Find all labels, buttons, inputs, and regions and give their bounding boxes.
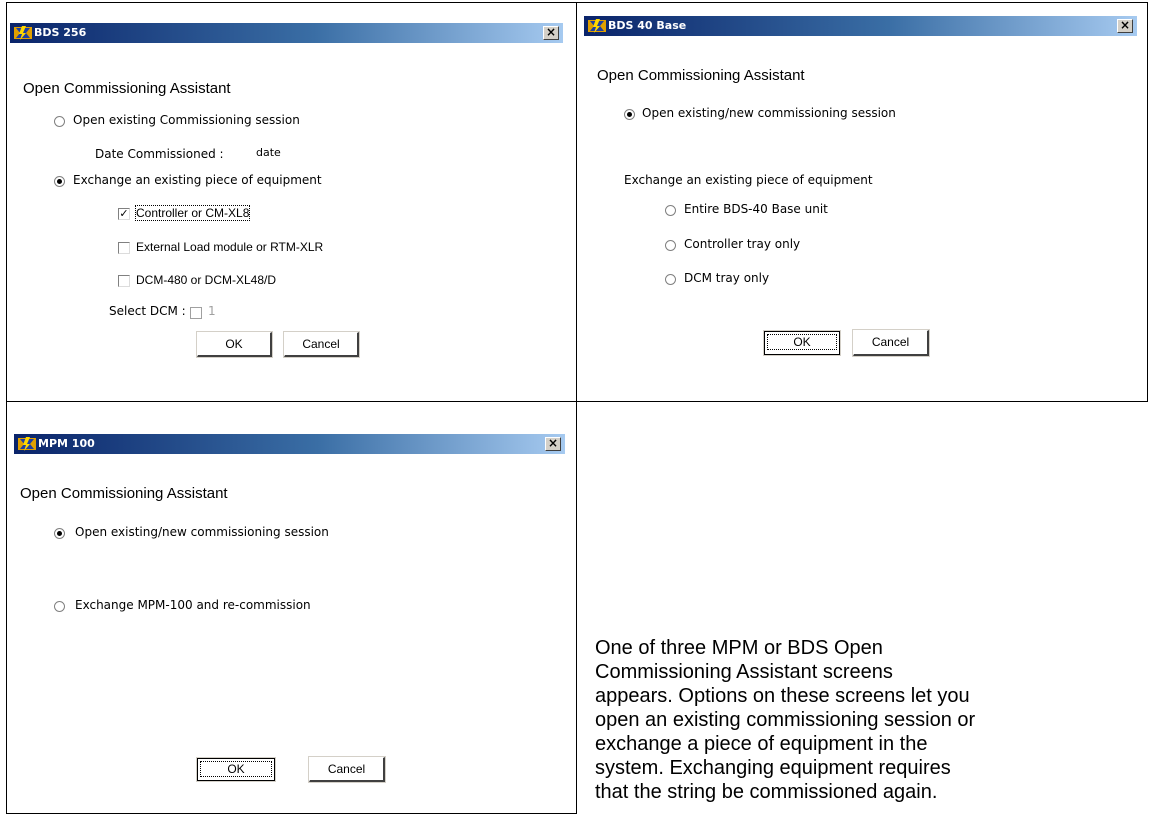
window-title: BDS 40 Base [608,19,687,32]
date-commissioned-label: Date Commissioned : [95,147,224,161]
radio-open-session[interactable] [54,528,65,539]
description-line: exchange a piece of equipment in the [595,733,928,755]
close-icon[interactable]: × [543,26,559,40]
description-text: One of three MPM or BDS Open Commissioni… [595,636,1115,804]
checkbox-select-dcm[interactable] [190,307,202,319]
lightning-ribbon-icon [18,437,36,451]
cancel-button-label: Cancel [327,762,366,776]
description-line: One of three MPM or BDS Open [595,637,883,659]
description-line: open an existing commissioning session o… [595,709,976,731]
checkbox-controller[interactable]: ✓ [118,208,130,220]
date-commissioned-value: date [256,146,281,159]
radio-exchange-mpm[interactable] [54,601,65,612]
radio-entire-unit[interactable] [665,205,676,216]
ok-button-label: OK [767,334,837,350]
radio-controller-tray-label: Controller tray only [684,237,801,251]
window-title: MPM 100 [38,437,95,450]
radio-dcm-tray-label: DCM tray only [684,271,770,285]
exchange-equipment-label: Exchange an existing piece of equipment [624,173,873,187]
ok-button-label: OK [225,337,243,351]
lightning-ribbon-icon [14,26,32,40]
cancel-button-label: Cancel [871,335,910,349]
description-line: system. Exchanging equipment requires [595,757,951,779]
title-bar[interactable]: MPM 100 × [14,434,565,454]
ok-button-label: OK [200,761,272,777]
dialog-bds-40-base: BDS 40 Base × Open Commissioning Assista… [584,16,1137,372]
select-dcm-label: Select DCM : [109,304,186,318]
dialog-bds-256: BDS 256 × Open Commissioning Assistant O… [10,23,563,373]
cancel-button[interactable]: Cancel [852,329,930,357]
dialog-heading: Open Commissioning Assistant [597,67,805,84]
checkbox-controller-label: Controller or CM-XL8 [134,205,251,221]
dialog-heading: Open Commissioning Assistant [20,485,228,502]
radio-open-session[interactable] [624,109,635,120]
lightning-ribbon-icon [588,19,606,33]
checkbox-external-load-label: External Load module or RTM-XLR [136,240,324,254]
radio-open-session[interactable] [54,116,65,127]
radio-exchange-mpm-label: Exchange MPM-100 and re-commission [75,598,311,612]
cancel-button-label: Cancel [302,337,340,351]
ok-button[interactable]: OK [763,330,841,356]
title-bar[interactable]: BDS 40 Base × [584,16,1137,36]
radio-dcm-tray[interactable] [665,274,676,285]
cancel-button[interactable]: Cancel [308,756,386,783]
radio-exchange-equipment[interactable] [54,176,65,187]
checkbox-dcm-label: DCM-480 or DCM-XL48/D [136,273,277,287]
ok-button[interactable]: OK [196,757,276,782]
radio-open-session-label: Open existing/new commissioning session [75,525,329,539]
checkbox-select-dcm-label: 1 [208,304,216,318]
description-line: Commissioning Assistant screens [595,661,893,683]
radio-exchange-equipment-label: Exchange an existing piece of equipment [73,173,322,187]
radio-open-session-label: Open existing/new commissioning session [642,106,896,120]
cancel-button[interactable]: Cancel [283,331,360,358]
checkbox-dcm[interactable] [118,275,130,287]
close-icon[interactable]: × [545,437,561,451]
radio-entire-unit-label: Entire BDS-40 Base unit [684,202,828,216]
description-line: appears. Options on these screens let yo… [595,685,970,707]
window-title: BDS 256 [34,26,87,39]
radio-controller-tray[interactable] [665,240,676,251]
close-icon[interactable]: × [1117,19,1133,33]
radio-open-session-label: Open existing Commissioning session [73,113,300,127]
checkbox-external-load[interactable] [118,242,130,254]
description-line: that the string be commissioned again. [595,781,938,803]
title-bar[interactable]: BDS 256 × [10,23,563,43]
dialog-mpm-100: MPM 100 × Open Commissioning Assistant O… [14,434,565,807]
dialog-heading: Open Commissioning Assistant [23,80,231,97]
ok-button[interactable]: OK [196,331,273,358]
